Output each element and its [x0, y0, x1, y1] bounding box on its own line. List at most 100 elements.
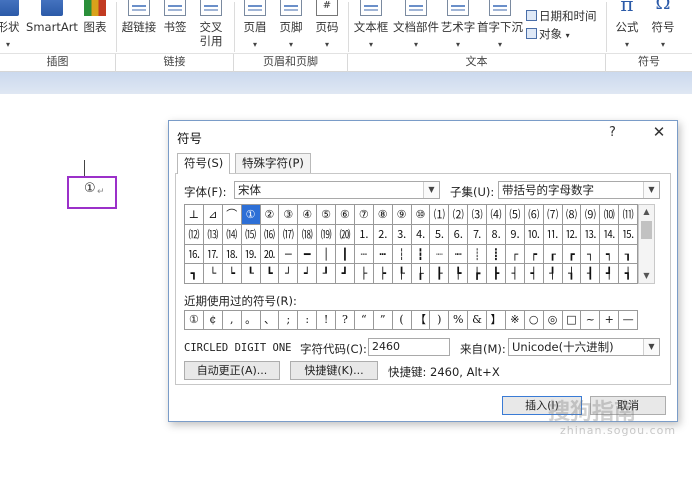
symbol-cell[interactable]: ┓ — [185, 264, 204, 284]
subset-select[interactable]: 带括号的字母数字 ▼ — [498, 181, 660, 199]
recent-symbol-cell[interactable]: ” — [373, 311, 393, 330]
datetime-button[interactable]: 日期和时间 — [526, 8, 597, 24]
symbol-cell[interactable]: ⑨ — [392, 205, 412, 225]
symbol-cell[interactable]: ┃ — [336, 244, 355, 265]
symbol-cell[interactable]: ┞ — [392, 264, 412, 284]
from-select[interactable]: Unicode(十六进制) ▼ — [508, 338, 660, 356]
recent-symbol-cell[interactable]: ? — [336, 311, 355, 330]
tab-symbols[interactable]: 符号(S) — [177, 153, 231, 174]
symbol-cell[interactable]: ⒇ — [336, 224, 355, 245]
symbol-cell[interactable]: ⒏ — [487, 224, 506, 245]
equation-button[interactable]: π 公式 ▾ — [612, 0, 642, 52]
symbol-cell[interactable]: ┛ — [336, 264, 355, 284]
recent-symbol-cell[interactable]: % — [449, 311, 469, 330]
symbol-cell[interactable]: ⑵ — [449, 205, 469, 225]
symbol-cell[interactable]: ⒅ — [298, 224, 318, 245]
symbol-cell[interactable]: ┒ — [619, 244, 638, 265]
symbol-cell[interactable]: ⒂ — [241, 224, 261, 245]
textbox-button[interactable]: 文本框 ▾ — [352, 0, 390, 52]
hyperlink-button[interactable]: 超链接 — [120, 0, 158, 52]
symbol-cell[interactable]: ⒔ — [581, 224, 601, 245]
symbol-cell[interactable]: ⑻ — [562, 205, 582, 225]
symbol-cell[interactable]: ⌒ — [222, 205, 242, 225]
recent-symbol-cell[interactable]: 【 — [411, 311, 431, 330]
symbol-cell[interactable]: ⒆ — [317, 224, 336, 245]
symbol-cell[interactable]: ⒖ — [619, 224, 638, 245]
symbol-cell[interactable]: ⑽ — [600, 205, 620, 225]
recent-symbol-cell[interactable]: & — [468, 311, 487, 330]
drop-cap-button[interactable]: 首字下沉 ▾ — [476, 0, 524, 52]
recent-symbol-cell[interactable]: 。 — [241, 311, 261, 330]
font-select[interactable]: 宋体 ▼ — [234, 181, 440, 199]
symbol-cell[interactable]: ⊥ — [185, 205, 204, 225]
symbol-cell[interactable]: └ — [203, 264, 223, 284]
symbol-cell[interactable]: ⑴ — [430, 205, 450, 225]
recent-symbol-cell[interactable]: ~ — [581, 311, 601, 330]
symbol-cell[interactable]: ┖ — [241, 264, 261, 284]
symbol-cell[interactable]: ┣ — [487, 264, 506, 284]
cross-reference-button[interactable]: 交叉 引用 — [194, 0, 228, 52]
symbol-cell[interactable]: ┡ — [449, 264, 469, 284]
symbol-cell[interactable]: ⊿ — [203, 205, 223, 225]
symbol-cell[interactable]: ┟ — [411, 264, 431, 284]
recent-symbol-cell[interactable]: □ — [562, 311, 582, 330]
symbol-cell[interactable]: ┌ — [505, 244, 525, 265]
symbol-cell[interactable]: ⑿ — [185, 224, 204, 245]
shortcut-key-button[interactable]: 快捷键(K)... — [290, 361, 378, 380]
symbol-cell[interactable]: ┢ — [468, 264, 487, 284]
symbol-cell[interactable]: ┠ — [430, 264, 450, 284]
symbol-cell[interactable]: ┥ — [524, 264, 544, 284]
symbol-cell[interactable]: ┗ — [260, 264, 280, 284]
recent-symbol-cell[interactable]: ◎ — [543, 311, 563, 330]
object-button[interactable]: 对象 ▾ — [526, 26, 570, 42]
scroll-down-icon[interactable]: ▼ — [639, 269, 654, 283]
bookmark-button[interactable]: 书签 — [160, 0, 190, 52]
symbol-cell[interactable]: ┩ — [600, 264, 620, 284]
symbol-cell[interactable]: ⑷ — [487, 205, 506, 225]
symbol-cell[interactable]: ⑸ — [505, 205, 525, 225]
symbol-cell[interactable]: ┘ — [279, 264, 299, 284]
page-number-button[interactable]: # 页码 ▾ — [312, 0, 342, 52]
symbol-cell[interactable]: ⒗ — [185, 244, 204, 265]
recent-symbol-cell[interactable]: ; — [279, 311, 299, 330]
chart-button[interactable]: 图表 — [80, 0, 110, 52]
symbol-cell[interactable]: ① — [241, 205, 261, 225]
symbol-cell[interactable]: ⑥ — [336, 205, 355, 225]
symbol-cell[interactable]: ⒈ — [354, 224, 374, 245]
symbol-cell[interactable]: ④ — [298, 205, 318, 225]
symbol-grid-scrollbar[interactable]: ▲ ▼ — [638, 204, 655, 284]
symbol-cell[interactable]: ┎ — [543, 244, 563, 265]
symbol-cell[interactable]: ② — [260, 205, 280, 225]
symbol-cell[interactable]: ⒍ — [449, 224, 469, 245]
recent-symbol-cell[interactable]: ! — [317, 311, 336, 330]
symbol-cell[interactable]: ┍ — [524, 244, 544, 265]
symbol-cell[interactable]: ┈ — [430, 244, 450, 265]
recent-symbol-cell[interactable]: — — [619, 311, 638, 330]
symbol-cell[interactable]: ┊ — [468, 244, 487, 265]
quick-parts-button[interactable]: 文档部件 ▾ — [392, 0, 440, 52]
symbol-cell[interactable]: ⒘ — [203, 244, 223, 265]
symbol-cell[interactable]: ⒓ — [562, 224, 582, 245]
symbol-cell[interactable]: ┋ — [487, 244, 506, 265]
symbol-cell[interactable]: ┇ — [411, 244, 431, 265]
symbol-cell[interactable]: ┚ — [317, 264, 336, 284]
symbol-cell[interactable]: ⑶ — [468, 205, 487, 225]
recent-symbol-cell[interactable]: “ — [354, 311, 374, 330]
symbol-cell[interactable]: ⒛ — [260, 244, 280, 265]
shapes-button[interactable]: 形状 ▾ — [0, 0, 22, 52]
symbol-cell[interactable]: ⒎ — [468, 224, 487, 245]
symbol-cell[interactable]: ⑹ — [524, 205, 544, 225]
symbol-cell[interactable]: ⒒ — [543, 224, 563, 245]
symbol-cell[interactable]: ⒙ — [222, 244, 242, 265]
close-button[interactable]: ✕ — [649, 123, 669, 141]
recent-symbol-cell[interactable]: ※ — [505, 311, 525, 330]
symbol-cell[interactable]: ⑦ — [354, 205, 374, 225]
symbol-cell[interactable]: ┙ — [298, 264, 318, 284]
recent-symbol-cell[interactable]: ① — [185, 311, 204, 330]
recent-symbol-cell[interactable]: : — [298, 311, 318, 330]
symbol-cell[interactable]: ┨ — [581, 264, 601, 284]
footer-button[interactable]: 页脚 ▾ — [276, 0, 306, 52]
symbol-cell[interactable]: ⑼ — [581, 205, 601, 225]
recent-symbol-cell[interactable]: 、 — [260, 311, 280, 330]
symbol-cell[interactable]: ⒐ — [505, 224, 525, 245]
